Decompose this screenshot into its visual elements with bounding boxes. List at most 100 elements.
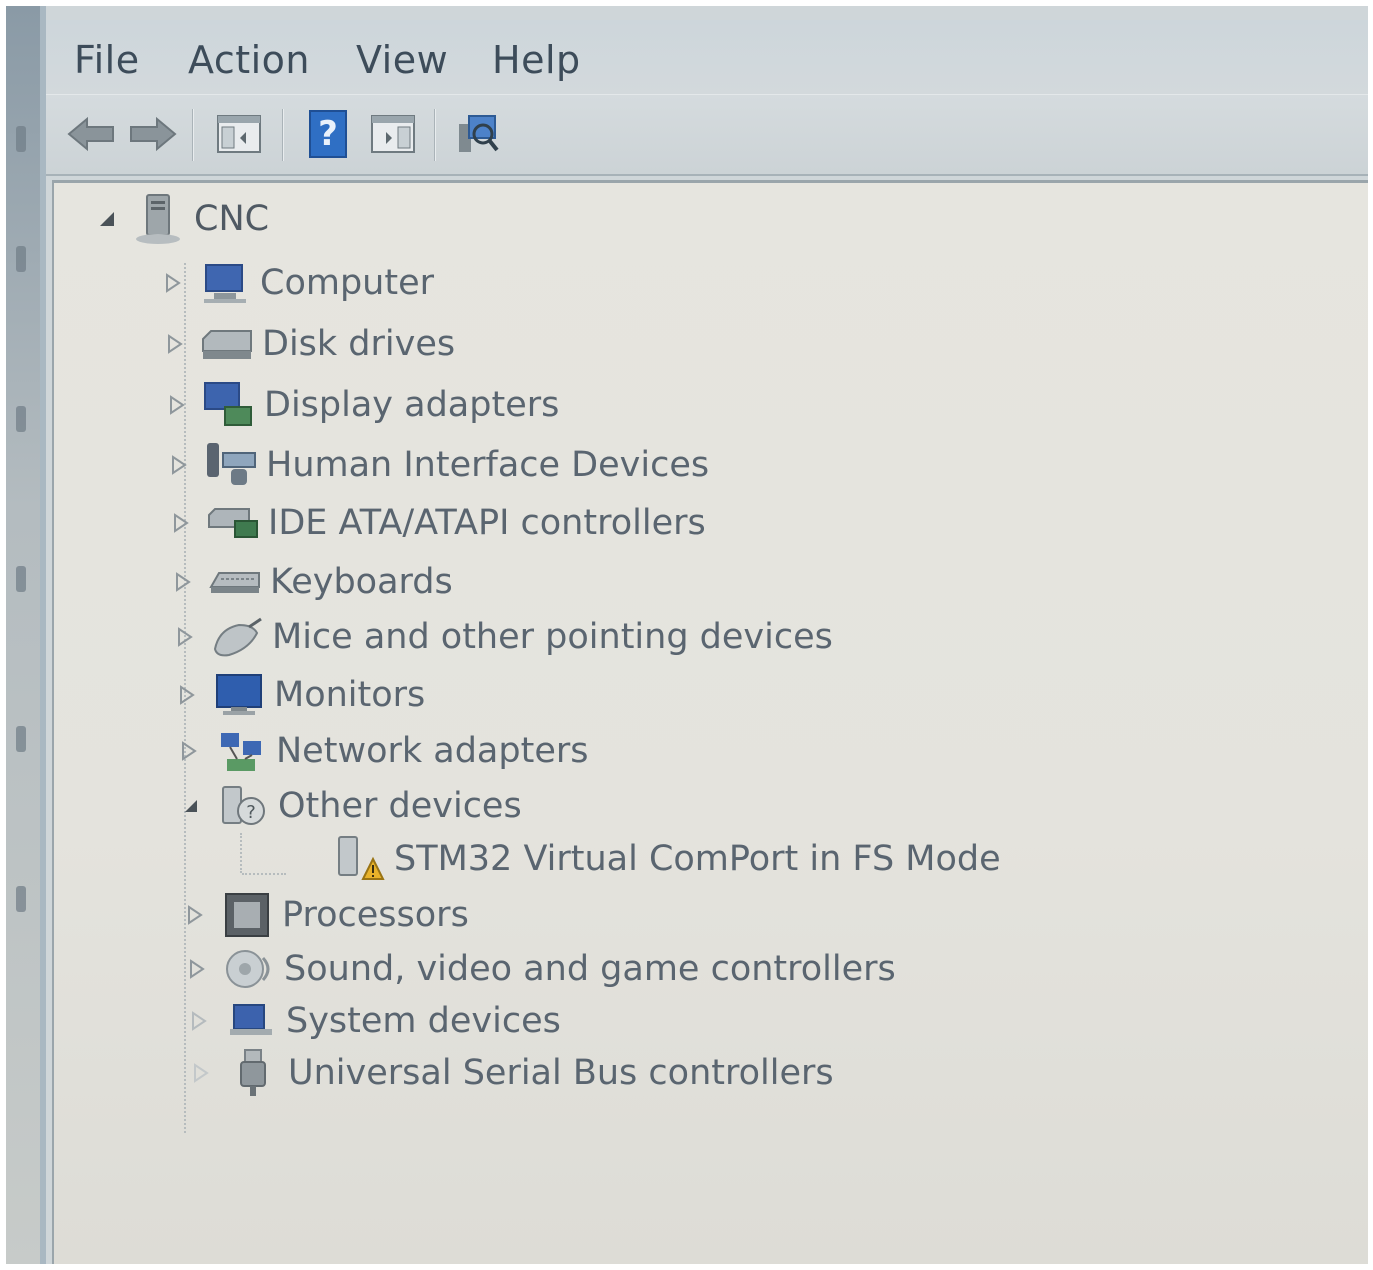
computer-tower-icon — [130, 194, 188, 244]
svg-text:?: ? — [318, 114, 338, 154]
tree-item-label: Sound, video and game controllers — [284, 949, 896, 989]
tree-item-mice[interactable]: Mice and other pointing devices — [172, 611, 833, 663]
hid-icon — [202, 441, 260, 489]
menu-view[interactable]: View — [356, 38, 448, 82]
tree-item-label: Mice and other pointing devices — [272, 617, 833, 657]
collapsed-triangle-icon — [194, 1063, 209, 1083]
tree-item-label: Processors — [282, 895, 469, 935]
tree-item-label: Human Interface Devices — [266, 445, 710, 485]
collapse-toggle[interactable] — [94, 206, 120, 232]
device-manager-window: File Action View Help ? CNC Computer Dis… — [40, 6, 1368, 1264]
tree-item-label: Keyboards — [270, 562, 453, 602]
collapsed-triangle-icon — [178, 627, 193, 647]
expand-toggle[interactable] — [186, 1008, 212, 1034]
expand-toggle[interactable] — [170, 569, 196, 595]
tree-item-other-devices[interactable]: ? Other devices — [178, 780, 522, 832]
menu-file[interactable]: File — [74, 38, 140, 82]
toolbar: ? — [46, 94, 1368, 176]
unknown-device-icon: ? — [214, 782, 272, 830]
disk-drive-icon — [198, 320, 256, 368]
expand-toggle[interactable] — [184, 956, 210, 982]
tree-item-sound-video-game[interactable]: Sound, video and game controllers — [184, 943, 896, 995]
tree-item-label: Display adapters — [264, 385, 560, 425]
collapsed-triangle-icon — [176, 572, 191, 592]
show-hide-console-tree-button[interactable] — [210, 107, 268, 161]
show-action-pane-icon — [371, 115, 415, 153]
collapse-toggle[interactable] — [178, 793, 204, 819]
collapsed-triangle-icon — [170, 395, 185, 415]
tree-item-label: Computer — [260, 263, 434, 303]
collapsed-triangle-icon — [166, 273, 181, 293]
collapsed-triangle-icon — [192, 1011, 207, 1031]
expand-toggle[interactable] — [166, 452, 192, 478]
forward-arrow-icon — [130, 116, 177, 152]
tree-item-display-adapters[interactable]: Display adapters — [164, 379, 559, 431]
expand-toggle[interactable] — [188, 1060, 214, 1086]
collapsed-triangle-icon — [190, 959, 205, 979]
tree-item-stm32-virtual-comport[interactable]: STM32 Virtual ComPort in FS Mode — [286, 833, 1001, 885]
ide-controller-icon — [204, 499, 262, 547]
back-arrow-icon — [67, 116, 114, 152]
tree-item-label: IDE ATA/ATAPI controllers — [268, 503, 706, 543]
menu-action[interactable]: Action — [188, 38, 310, 82]
tree-item-label: Universal Serial Bus controllers — [288, 1053, 834, 1093]
expand-toggle[interactable] — [182, 902, 208, 928]
computer-icon — [196, 259, 254, 307]
tree-item-disk-drives[interactable]: Disk drives — [162, 318, 455, 370]
collapsed-triangle-icon — [174, 513, 189, 533]
display-adapter-icon — [200, 381, 258, 429]
show-action-pane-button[interactable] — [364, 107, 422, 161]
tree-item-system-devices[interactable]: System devices — [186, 995, 561, 1047]
tree-item-label: Monitors — [274, 675, 426, 715]
scan-hardware-changes-icon — [459, 115, 499, 152]
tree-item-network-adapters[interactable]: Network adapters — [176, 725, 588, 777]
processor-icon — [218, 891, 276, 939]
collapsed-triangle-icon — [172, 455, 187, 475]
tree-item-monitors[interactable]: Monitors — [174, 669, 425, 721]
network-adapter-icon — [212, 727, 270, 775]
expand-toggle[interactable] — [174, 682, 200, 708]
scan-hardware-changes-button[interactable] — [450, 107, 508, 161]
tree-root-label: CNC — [194, 199, 270, 239]
collapsed-triangle-icon — [180, 685, 195, 705]
mouse-icon — [208, 613, 266, 661]
tree-item-keyboards[interactable]: Keyboards — [170, 556, 453, 608]
forward-button[interactable] — [126, 107, 180, 161]
collapsed-triangle-icon — [188, 905, 203, 925]
screen-photo: File Action View Help ? CNC Computer Dis… — [6, 6, 1368, 1264]
tree-item-label: STM32 Virtual ComPort in FS Mode — [394, 839, 1001, 879]
expand-toggle[interactable] — [164, 392, 190, 418]
tree-item-usb-controllers[interactable]: Universal Serial Bus controllers — [188, 1047, 834, 1099]
warning-device-icon — [330, 835, 388, 883]
expand-toggle[interactable] — [168, 510, 194, 536]
tree-item-computer[interactable]: Computer — [160, 257, 434, 309]
help-button[interactable]: ? — [302, 107, 354, 161]
tree-item-label: Network adapters — [276, 731, 589, 771]
tree-item-label: Other devices — [278, 786, 522, 826]
expand-toggle[interactable] — [172, 624, 198, 650]
tree-item-label: System devices — [286, 1001, 561, 1041]
expand-toggle[interactable] — [162, 331, 188, 357]
menu-help[interactable]: Help — [492, 38, 581, 82]
menu-bar: File Action View Help — [46, 20, 1368, 94]
keyboard-icon — [206, 558, 264, 606]
tree-item-ide-controllers[interactable]: IDE ATA/ATAPI controllers — [168, 497, 706, 549]
expanded-triangle-icon — [185, 800, 197, 812]
usb-icon — [224, 1049, 282, 1097]
sound-icon — [220, 945, 278, 993]
desktop-edge — [6, 6, 40, 1264]
monitor-icon — [210, 671, 268, 719]
svg-text:?: ? — [246, 802, 256, 823]
tree-item-processors[interactable]: Processors — [182, 889, 469, 941]
collapsed-triangle-icon — [168, 334, 183, 354]
expand-toggle[interactable] — [176, 738, 202, 764]
tree-item-label: Disk drives — [262, 324, 456, 364]
tree-item-hid[interactable]: Human Interface Devices — [166, 439, 709, 491]
back-button[interactable] — [64, 107, 118, 161]
expand-toggle[interactable] — [160, 270, 186, 296]
device-tree: CNC Computer Disk drives Display adapter… — [52, 180, 1368, 1264]
help-icon: ? — [309, 110, 347, 158]
show-hide-console-tree-icon — [217, 115, 261, 153]
system-device-icon — [222, 997, 280, 1045]
tree-root-cnc[interactable]: CNC — [94, 193, 269, 245]
